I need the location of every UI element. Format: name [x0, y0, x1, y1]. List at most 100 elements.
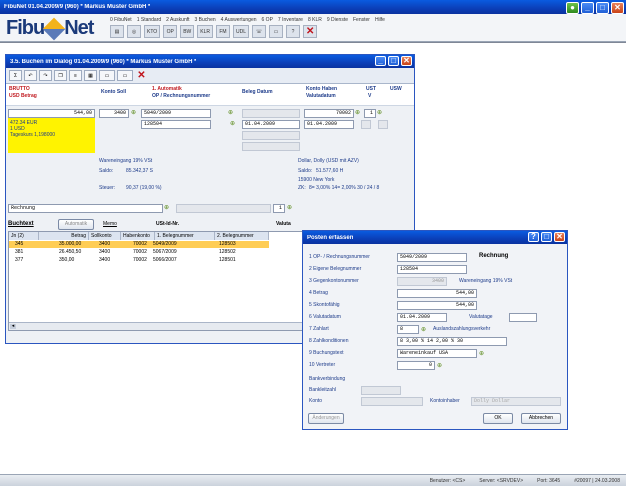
abbrechen-button[interactable]: Abbrechen	[521, 413, 561, 424]
posten-belegnr-input[interactable]: 128504	[397, 265, 467, 274]
betrag-input[interactable]: 544,00	[8, 109, 95, 118]
beleg-datum-input[interactable]: 01.04.2009	[242, 120, 300, 129]
tab-buchtext[interactable]: Buchtext	[8, 221, 34, 227]
tb-udl-button[interactable]: UDL	[233, 25, 250, 38]
posten-zahlkond-input[interactable]: 8 3,00 % 14 2,00 % 30	[397, 337, 507, 346]
valutadatum-input[interactable]: 01.04.2009	[304, 120, 354, 129]
close-button[interactable]: ✕	[611, 2, 624, 14]
buchtext-num-lookup-icon[interactable]: ⊕	[287, 204, 295, 211]
posten-betrag-input[interactable]: 544,00	[397, 289, 477, 298]
op-lookup-icon[interactable]: ⊕	[228, 109, 236, 116]
tb-doc-icon[interactable]: ▤	[110, 25, 124, 38]
menu-item-7[interactable]: 8 KLR	[308, 17, 322, 23]
maximize-button[interactable]: □	[596, 2, 609, 14]
tab-automatik[interactable]: Automatik	[58, 219, 94, 230]
buchen-maximize-button[interactable]: □	[388, 56, 399, 66]
list-icon[interactable]: ≡	[69, 70, 82, 81]
tb-fm-button[interactable]: FM	[216, 25, 230, 38]
tb-klr-button[interactable]: KLR	[197, 25, 213, 38]
menu-item-0[interactable]: 0 FibuNet	[110, 17, 132, 23]
posten-skonto-input[interactable]: 544,00	[397, 301, 477, 310]
buchtext-input[interactable]: Rechnung	[8, 204, 163, 213]
app-status-icon[interactable]: ●	[566, 2, 579, 14]
tb-phone-icon[interactable]: ☏	[252, 25, 267, 38]
menu-item-2[interactable]: 2 Auskunft	[166, 17, 189, 23]
bankleitzahl-input[interactable]	[361, 386, 401, 395]
posten-gegenkonto-input[interactable]: 3400	[397, 277, 447, 286]
col-header-jn[interactable]: Jn (2)	[9, 232, 39, 240]
menu-item-1[interactable]: 1 Standard	[137, 17, 161, 23]
posten-op-nr-input[interactable]: 5049/2009	[397, 253, 467, 262]
sum-icon[interactable]: Σ	[9, 70, 22, 81]
posten-close-button[interactable]: ✕	[554, 232, 565, 242]
extra-field-2[interactable]	[242, 142, 300, 151]
tb-folder-icon[interactable]: ▭	[269, 25, 284, 38]
konto-haben-input[interactable]: 70002	[304, 109, 354, 118]
valutatage-input[interactable]	[509, 313, 537, 322]
menu-item-3[interactable]: 3 Buchen	[195, 17, 216, 23]
menu-item-4[interactable]: 4 Auswertungen	[221, 17, 257, 23]
tb-kto-button[interactable]: KTO	[144, 25, 161, 38]
table-icon[interactable]: ▦	[84, 70, 97, 81]
buchen-minimize-button[interactable]: _	[375, 56, 386, 66]
op-nr-input[interactable]: 5049/2009	[141, 109, 211, 118]
posten-valuta-input[interactable]: 01.04.2009	[397, 313, 447, 322]
tb-op-button[interactable]: OP	[163, 25, 178, 38]
date-lookup-icon[interactable]: ⊕	[230, 120, 238, 127]
copy-icon[interactable]: ❐	[54, 70, 67, 81]
scroll-left-icon[interactable]: ◂	[10, 324, 16, 329]
posten-zahlart-input[interactable]: 8	[397, 325, 419, 334]
buchen-close-button[interactable]: ✕	[401, 56, 412, 66]
table-row[interactable]: 377 350,00 3400 70002 5066/2007 128501	[9, 257, 269, 264]
buchungstext-lookup-icon[interactable]: ⊕	[479, 350, 487, 357]
col-header-beleg1[interactable]: 1. Belegnummer	[155, 232, 215, 240]
usw-checkbox[interactable]	[378, 120, 388, 129]
tab-memo[interactable]: Memo	[103, 221, 117, 227]
zahlart-lookup-icon[interactable]: ⊕	[421, 326, 429, 333]
export-icon[interactable]: ▭	[117, 70, 133, 81]
menu-item-6[interactable]: 7 Inventare	[278, 17, 303, 23]
beleg-input[interactable]: 128504	[141, 120, 211, 129]
buchen-cancel-icon[interactable]: ✕	[135, 70, 148, 81]
ust-lookup-icon[interactable]: ⊕	[377, 109, 385, 116]
minimize-button[interactable]: _	[581, 2, 594, 14]
ok-button[interactable]: OK	[483, 413, 513, 424]
v-checkbox[interactable]	[361, 120, 371, 129]
table-row[interactable]: 345 35.000,00 3400 70002 5049/2009 12850…	[9, 241, 269, 248]
col-header-habenkonto[interactable]: Habenkonto	[121, 232, 155, 240]
col-header-beleg2[interactable]: 2. Belegnummer	[215, 232, 269, 240]
posten-maximize-button[interactable]: □	[541, 232, 552, 242]
table-row[interactable]: 381 26.450,50 3400 70002 5067/2009 12850…	[9, 249, 269, 256]
posten-titlebar[interactable]: Posten erfassen ? □ ✕	[303, 231, 567, 244]
vertreter-lookup-icon[interactable]: ⊕	[437, 362, 445, 369]
buchen-titlebar[interactable]: 3.5. Buchen im Dialog 01.04.2009/9 (960)…	[6, 55, 414, 68]
menu-item-9[interactable]: Fenster	[353, 17, 370, 23]
menu-item-5[interactable]: 6 OP	[262, 17, 273, 23]
buchtext-lookup-icon[interactable]: ⊕	[164, 204, 172, 211]
buchtext-extra-field[interactable]	[176, 204, 271, 213]
posten-buchungstext-input[interactable]: Wareneinkauf USA	[397, 349, 477, 358]
konto-input[interactable]	[361, 397, 423, 406]
tb-close-icon[interactable]: ✕	[303, 25, 318, 38]
aenderungen-button[interactable]: Änderungen	[308, 413, 344, 424]
konto-soll-input[interactable]: 3400	[99, 109, 129, 118]
tb-dial-icon[interactable]: ◎	[127, 25, 141, 38]
tb-help-icon[interactable]: ?	[286, 25, 301, 38]
col-header-sollkonto[interactable]: Sollkonto	[89, 232, 121, 240]
filter-icon[interactable]: ▭	[99, 70, 115, 81]
ust-input[interactable]: 1	[364, 109, 376, 118]
forward-icon[interactable]: ↷	[39, 70, 52, 81]
beleg-datum-empty-field[interactable]	[242, 109, 300, 118]
buchtext-num-input[interactable]: 1	[273, 204, 285, 213]
posten-help-button[interactable]: ?	[528, 232, 539, 242]
menu-item-8[interactable]: 9 Dienste	[327, 17, 348, 23]
back-icon[interactable]: ↶	[24, 70, 37, 81]
app-titlebar[interactable]: FibuNet 01.04.2009/9 (960) * Markus Must…	[0, 0, 626, 14]
kontoinhaber-input[interactable]: Dolly Dollar	[471, 397, 561, 406]
konto-soll-lookup-icon[interactable]: ⊕	[131, 109, 139, 116]
col-header-betrag[interactable]: Betrag	[39, 232, 89, 240]
menu-item-10[interactable]: Hilfe	[375, 17, 385, 23]
posten-vertreter-input[interactable]: 0	[397, 361, 435, 370]
konto-haben-lookup-icon[interactable]: ⊕	[355, 109, 363, 116]
tb-bw-button[interactable]: BW	[180, 25, 195, 38]
